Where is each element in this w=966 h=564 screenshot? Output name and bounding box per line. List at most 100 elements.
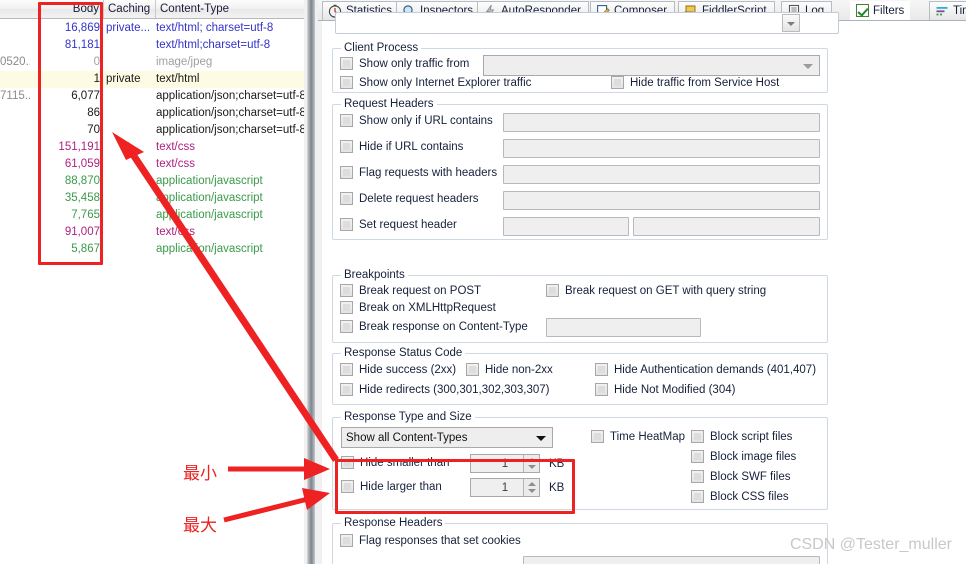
chevron-down-icon (536, 436, 546, 441)
checkbox-block-swf-files[interactable]: Block SWF files (691, 470, 791, 483)
checkbox-box[interactable] (340, 57, 353, 70)
unit-label-smaller: KB (549, 458, 565, 470)
cell-content-type: application/javascript (156, 192, 263, 204)
checkbox-hide-success-2xx[interactable]: Hide success (2xx) (340, 363, 456, 376)
column-header-content-type[interactable]: Content-Type (156, 0, 304, 18)
table-row[interactable]: 70 application/json;charset=utf-8 (0, 122, 304, 139)
spinner-hide-smaller-than[interactable]: 1 (470, 454, 540, 473)
table-row[interactable]: 35,458 application/javascript (0, 190, 304, 207)
input-set-request-header-value[interactable] (633, 217, 820, 236)
input-response-header[interactable] (523, 556, 820, 564)
group-response-status-code: Response Status Code Hide success (2xx) … (332, 347, 828, 405)
checkbox-box[interactable] (340, 218, 353, 231)
filters-enabled-checkbox[interactable] (856, 4, 869, 17)
table-row[interactable]: 7115... 6,077 application/json;charset=utf… (0, 88, 304, 105)
spinner-hide-larger-than[interactable]: 1 (470, 478, 540, 497)
checkbox-hide-service-host[interactable]: Hide traffic from Service Host (611, 76, 779, 89)
checkbox-hide-non-2xx[interactable]: Hide non-2xx (466, 363, 553, 376)
column-header-body[interactable]: Body (30, 0, 104, 18)
spinner-buttons[interactable] (523, 479, 539, 496)
input-delete-request-headers[interactable] (503, 191, 820, 210)
splitter-bar[interactable] (307, 0, 315, 564)
clipped-dropdown-box[interactable] (335, 12, 839, 34)
spinner-up-icon[interactable] (528, 458, 536, 462)
checkbox-box[interactable] (591, 430, 604, 443)
checkbox-box[interactable] (341, 456, 354, 469)
checkbox-break-response-on-content-type[interactable]: Break response on Content-Type (340, 320, 528, 333)
checkbox-set-request-header[interactable]: Set request header (340, 218, 457, 231)
checkbox-box[interactable] (340, 301, 353, 314)
checkbox-box[interactable] (611, 76, 624, 89)
spinner-buttons[interactable] (523, 455, 539, 472)
checkbox-flag-requests-with-headers[interactable]: Flag requests with headers (340, 166, 497, 179)
tab-filters[interactable]: Filters (850, 1, 911, 20)
checkbox-block-script-files[interactable]: Block script files (691, 430, 792, 443)
chevron-down-icon[interactable] (782, 14, 800, 32)
input-break-response-content-type[interactable] (546, 318, 701, 337)
checkbox-box[interactable] (340, 76, 353, 89)
checkbox-time-heatmap[interactable]: Time HeatMap (591, 430, 685, 443)
input-show-only-if-url-contains[interactable] (503, 113, 820, 132)
table-row[interactable]: 91,007 text/css (0, 224, 304, 241)
checkbox-box[interactable] (341, 480, 354, 493)
checkbox-box[interactable] (595, 383, 608, 396)
checkbox-break-request-on-post[interactable]: Break request on POST (340, 284, 481, 297)
table-row[interactable]: 88,870 application/javascript (0, 173, 304, 190)
table-row[interactable]: 16,869 private... text/html; charset=utf-8 (0, 20, 304, 37)
checkbox-box[interactable] (340, 534, 353, 547)
dropdown-content-types[interactable]: Show all Content-Types (341, 427, 553, 448)
panel-splitter[interactable] (304, 0, 322, 564)
table-row[interactable]: 86 application/json;charset=utf-8 (0, 105, 304, 122)
checkbox-break-request-on-get-query[interactable]: Break request on GET with query string (546, 284, 766, 297)
spinner-up-icon[interactable] (528, 482, 536, 486)
spinner-down-icon[interactable] (528, 489, 536, 493)
checkbox-flag-responses-set-cookies[interactable]: Flag responses that set cookies (340, 534, 521, 547)
table-row[interactable]: 61,059 text/css (0, 156, 304, 173)
checkbox-show-only-ie-traffic[interactable]: Show only Internet Explorer traffic (340, 76, 531, 89)
checkbox-box[interactable] (340, 284, 353, 297)
cell-content-type: text/css (156, 226, 195, 238)
checkbox-show-only-if-url-contains[interactable]: Show only if URL contains (340, 114, 493, 127)
checkbox-hide-redirects[interactable]: Hide redirects (300,301,302,303,307) (340, 383, 550, 396)
checkbox-box[interactable] (340, 192, 353, 205)
cell-body-size: 35,458 (64, 192, 100, 204)
checkbox-box[interactable] (466, 363, 479, 376)
checkbox-box[interactable] (340, 114, 353, 127)
checkbox-box[interactable] (340, 383, 353, 396)
dropdown-client-process[interactable] (483, 55, 820, 76)
checkbox-box[interactable] (595, 363, 608, 376)
input-flag-requests-with-headers[interactable] (503, 165, 820, 184)
checkbox-box[interactable] (340, 363, 353, 376)
tab-timeline[interactable]: Timeline (929, 1, 966, 20)
checkbox-box[interactable] (340, 166, 353, 179)
checkbox-box[interactable] (691, 450, 704, 463)
input-set-request-header-name[interactable] (503, 217, 629, 236)
checkbox-hide-auth-demands[interactable]: Hide Authentication demands (401,407) (595, 363, 816, 376)
checkbox-box[interactable] (340, 140, 353, 153)
checkbox-box[interactable] (691, 470, 704, 483)
table-row[interactable]: 151,191 text/css (0, 139, 304, 156)
checkbox-delete-request-headers[interactable]: Delete request headers (340, 192, 479, 205)
session-list-grid[interactable]: Body Caching Content-Type 16,869 private.… (0, 0, 304, 564)
checkbox-box[interactable] (546, 284, 559, 297)
checkbox-box[interactable] (691, 490, 704, 503)
checkbox-block-css-files[interactable]: Block CSS files (691, 490, 789, 503)
checkbox-box[interactable] (691, 430, 704, 443)
checkbox-hide-not-modified[interactable]: Hide Not Modified (304) (595, 383, 735, 396)
checkbox-box[interactable] (340, 320, 353, 333)
checkbox-break-on-xmlhttprequest[interactable]: Break on XMLHttpRequest (340, 301, 496, 314)
checkbox-show-only-traffic-from[interactable]: Show only traffic from (340, 57, 469, 70)
checkbox-hide-smaller-than[interactable]: Hide smaller than (341, 456, 449, 469)
checkbox-block-image-files[interactable]: Block image files (691, 450, 796, 463)
group-response-type-size-title: Response Type and Size (341, 411, 475, 423)
table-row[interactable]: 81,181 text/html;charset=utf-8 (0, 37, 304, 54)
table-row[interactable]: 7,765 application/javascript (0, 207, 304, 224)
spinner-down-icon[interactable] (528, 465, 536, 469)
column-header-caching[interactable]: Caching (104, 0, 156, 18)
checkbox-hide-if-url-contains[interactable]: Hide if URL contains (340, 140, 463, 153)
table-row[interactable]: 0520... 0 image/jpeg (0, 54, 304, 71)
input-hide-if-url-contains[interactable] (503, 139, 820, 158)
table-row[interactable]: 1 private text/html (0, 71, 304, 88)
checkbox-hide-larger-than[interactable]: Hide larger than (341, 480, 442, 493)
table-row[interactable]: 5,867 application/javascript (0, 241, 304, 258)
